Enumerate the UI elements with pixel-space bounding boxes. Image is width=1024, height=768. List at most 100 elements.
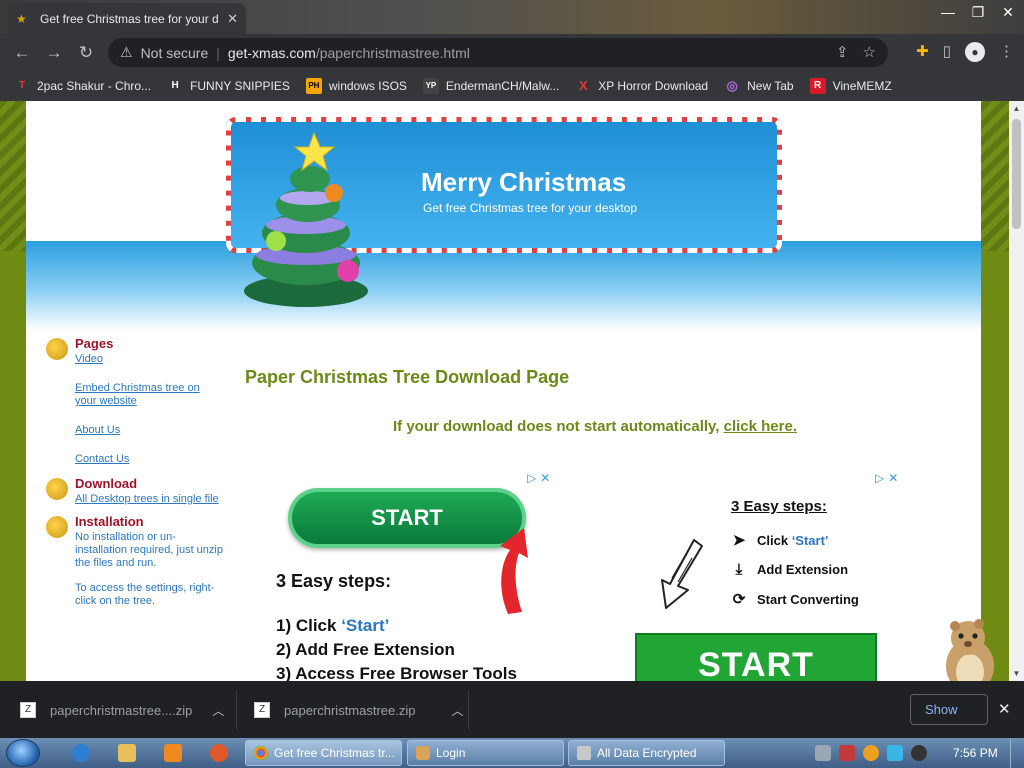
ad-right-step-3: ⟳ Start Converting xyxy=(732,591,859,608)
reload-icon[interactable]: ↻ xyxy=(70,43,102,63)
paint-icon[interactable] xyxy=(210,744,228,762)
ad-left-step-2: 2) Add Free Extension xyxy=(276,640,455,659)
scroll-thumb[interactable] xyxy=(1012,119,1021,229)
chevron-up-icon[interactable]: ︿ xyxy=(452,702,464,719)
ad-right-steps: 3 Easy steps: ➤ Click ‘Start’ ⤓ Add Exte… xyxy=(731,498,859,620)
tab-close-icon[interactable]: ✕ xyxy=(227,11,238,27)
download-divider xyxy=(236,691,237,729)
sidebar-install-heading: Installation xyxy=(75,514,144,529)
taskbar-clock[interactable]: 7:56 PM xyxy=(953,746,998,760)
page-scrollbar[interactable]: ▲ ▼ xyxy=(1009,101,1024,681)
sidebar-pages-section: Pages Video Embed Christmas tree on your… xyxy=(44,336,224,466)
scroll-up-icon[interactable]: ▲ xyxy=(1009,101,1024,116)
ad-choices-icon[interactable]: ▷✕ xyxy=(527,471,554,485)
tray-app-icon[interactable] xyxy=(839,745,855,761)
bookmark-item[interactable]: T 2pac Shakur - Chro... xyxy=(14,78,151,94)
forward-icon[interactable]: → xyxy=(38,43,70,63)
sidebar-download-heading: Download xyxy=(75,476,138,491)
bookmark-favicon-icon: YP xyxy=(422,78,439,94)
sidebar-link-video[interactable]: Video xyxy=(75,353,224,366)
restore-icon[interactable]: ❐ xyxy=(970,4,986,21)
sidebar-install-text: No installation or un-installation requi… xyxy=(75,531,223,569)
ornament-icon xyxy=(46,516,68,538)
sidebar-link-contact[interactable]: Contact Us xyxy=(75,453,224,466)
window-titlebar: ★ Get free Christmas tree for your d ✕ —… xyxy=(0,0,1024,34)
bookmark-item[interactable]: H FUNNY SNIPPIES xyxy=(167,78,289,94)
share-icon[interactable]: ⇪ xyxy=(836,43,849,61)
bookmark-item[interactable]: YP EndermanCH/Malw... xyxy=(422,78,559,94)
bookmark-item[interactable]: ◎ New Tab xyxy=(724,78,793,94)
header-subtitle: Get free Christmas tree for your desktop xyxy=(423,201,638,215)
ad-choices-icon[interactable]: ▷✕ xyxy=(875,471,902,485)
page-content: Merry Christmas Get free Christmas tree … xyxy=(26,101,981,681)
close-shelf-icon[interactable]: ✕ xyxy=(998,700,1011,718)
bookmark-favicon-icon: R xyxy=(809,78,826,94)
browser-toolbar: ← → ↻ ⚠ Not secure | get-xmas.com /paper… xyxy=(0,34,1024,71)
ad-left-step-1: 1) Click ‘Start’ xyxy=(276,616,390,635)
address-divider: | xyxy=(216,44,220,61)
sketch-arrow-icon xyxy=(661,539,703,609)
tab-title: Get free Christmas tree for your d xyxy=(40,11,219,26)
close-window-icon[interactable]: ✕ xyxy=(1000,4,1016,21)
ie-icon[interactable] xyxy=(72,744,90,762)
tray-app-icon[interactable] xyxy=(863,745,879,761)
download-filename: paperchristmastree....zip xyxy=(50,702,193,718)
download-notice-text: If your download does not start automati… xyxy=(393,418,720,435)
download-filename: paperchristmastree.zip xyxy=(284,702,416,718)
address-bar-actions: ⇪ ☆ xyxy=(836,43,876,61)
toolbar-actions: ✚ ▯ ● ⋮ xyxy=(916,42,1014,62)
menu-kebab-icon[interactable]: ⋮ xyxy=(999,42,1014,62)
download-divider xyxy=(468,691,469,729)
chrome-icon xyxy=(254,746,268,760)
taskbar-item-login[interactable]: Login xyxy=(407,740,564,766)
profile-avatar-icon[interactable]: ● xyxy=(965,42,985,62)
bookmark-item[interactable]: X XP Horror Download xyxy=(575,78,708,94)
windows-taskbar: Get free Christmas tr... Login All Data … xyxy=(0,738,1024,768)
header-title: Merry Christmas xyxy=(421,167,627,197)
ad-left-step-3: 3) Access Free Browser Tools xyxy=(276,664,517,681)
network-icon[interactable] xyxy=(887,745,903,761)
sidebar-download-section: Download All Desktop trees in single fil… xyxy=(44,476,224,506)
address-bar[interactable]: ⚠ Not secure | get-xmas.com /paperchrist… xyxy=(108,38,888,67)
minimize-icon[interactable]: — xyxy=(940,4,956,21)
christmas-tree-icon xyxy=(244,131,368,307)
download-icon: ⤓ xyxy=(735,561,743,578)
tray-app-icon[interactable] xyxy=(815,745,831,761)
extensions-icon[interactable]: ✚ xyxy=(916,42,929,62)
browser-tab[interactable]: ★ Get free Christmas tree for your d ✕ xyxy=(8,3,246,34)
sidebar-link-all-trees[interactable]: All Desktop trees in single file xyxy=(75,493,224,506)
bookmark-label: windows ISOS xyxy=(328,79,407,93)
show-desktop-button[interactable] xyxy=(1010,738,1024,768)
folder-icon[interactable] xyxy=(118,744,136,762)
ad-right-step-2: ⤓ Add Extension xyxy=(731,561,859,578)
sidebar-link-embed[interactable]: Embed Christmas tree on your website xyxy=(75,382,224,408)
bookmark-favicon-icon: T xyxy=(18,80,26,91)
ad-right-steps-heading: 3 Easy steps: xyxy=(731,498,827,515)
back-icon[interactable]: ← xyxy=(6,43,38,63)
taskbar-item-encrypted[interactable]: All Data Encrypted xyxy=(568,740,725,766)
bookmark-label: VineMEMZ xyxy=(832,79,892,93)
download-item[interactable]: Z paperchristmastree.zip ︿ xyxy=(254,695,464,725)
download-notice: If your download does not start automati… xyxy=(393,418,797,435)
download-item[interactable]: Z paperchristmastree....zip ︿ xyxy=(20,695,224,725)
side-panel-icon[interactable]: ▯ xyxy=(943,42,951,62)
scroll-down-icon[interactable]: ▼ xyxy=(1009,666,1024,681)
media-player-icon[interactable] xyxy=(164,744,182,762)
bookmark-item[interactable]: PH windows ISOS xyxy=(305,78,407,94)
sidebar-settings-text: To access the settings, right-click on t… xyxy=(75,582,215,607)
show-all-button[interactable]: Show xyxy=(910,694,988,725)
login-app-icon xyxy=(416,746,430,760)
chevron-up-icon[interactable]: ︿ xyxy=(212,702,224,719)
click-here-link[interactable]: click here. xyxy=(724,418,797,435)
zip-file-icon: Z xyxy=(20,702,36,718)
taskbar-item-chrome[interactable]: Get free Christmas tr... xyxy=(245,740,402,766)
url-host: get-xmas.com xyxy=(227,44,316,61)
bookmark-star-icon[interactable]: ☆ xyxy=(863,43,876,61)
bookmark-label: New Tab xyxy=(747,79,794,93)
window-app-icon xyxy=(577,746,591,760)
start-orb-icon[interactable] xyxy=(6,739,40,767)
sidebar-link-about[interactable]: About Us xyxy=(75,424,224,437)
volume-icon[interactable] xyxy=(911,745,927,761)
bookmark-item[interactable]: R VineMEMZ xyxy=(809,78,892,94)
ad-big-start-button[interactable]: START xyxy=(635,633,877,681)
